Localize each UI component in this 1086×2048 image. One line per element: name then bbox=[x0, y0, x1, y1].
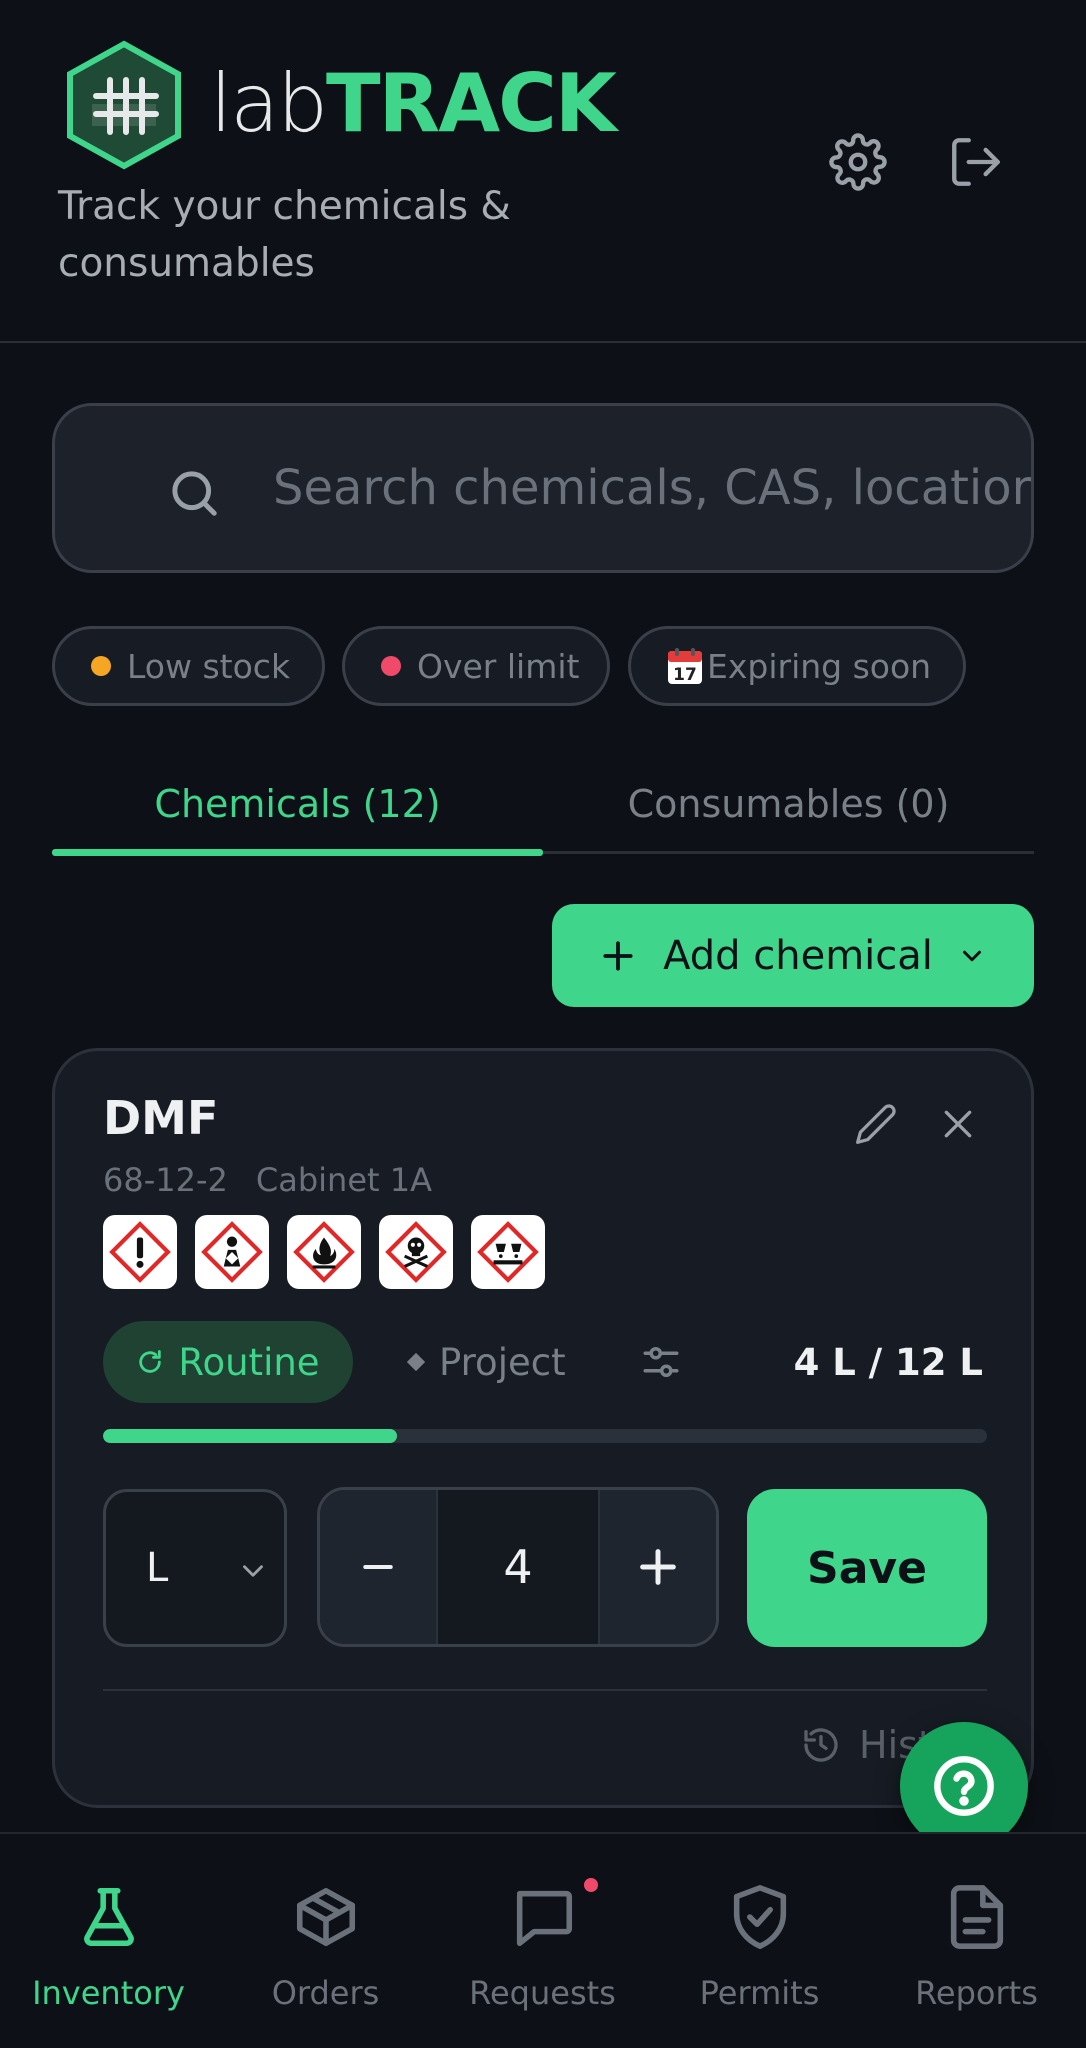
settings-button[interactable] bbox=[826, 130, 890, 194]
close-button[interactable] bbox=[931, 1097, 985, 1151]
tab-consumables[interactable]: Consumables (0) bbox=[543, 748, 1034, 860]
search-icon bbox=[172, 471, 217, 516]
svg-text:17: 17 bbox=[673, 665, 697, 685]
nav-label: Inventory bbox=[32, 1974, 185, 2012]
chat-icon bbox=[516, 1890, 573, 1947]
storage-location: Cabinet 1A bbox=[255, 1161, 432, 1199]
over-limit-dot bbox=[381, 656, 401, 676]
brand-prefix: lab bbox=[210, 57, 328, 150]
filter-expiring-soon[interactable]: 17 Expiring soon bbox=[628, 626, 966, 706]
quantity-readout: 4 L / 12 L bbox=[793, 1341, 983, 1384]
app-header: labTRACK Track your chemicals & consumab… bbox=[0, 0, 1086, 343]
brand-suffix: TRACK bbox=[326, 57, 617, 150]
brand-title: labTRACK bbox=[210, 56, 617, 152]
edit-button[interactable] bbox=[849, 1097, 903, 1151]
box-icon bbox=[296, 1887, 356, 1947]
quantity-value[interactable]: 4 bbox=[436, 1490, 600, 1644]
chevron-down-icon bbox=[962, 950, 981, 961]
logout-button[interactable] bbox=[944, 130, 1008, 194]
filter-label: Low stock bbox=[127, 646, 291, 686]
filter-label: Over limit bbox=[417, 646, 580, 686]
routine-label: Routine bbox=[178, 1340, 320, 1384]
filter-over-limit[interactable]: Over limit bbox=[342, 626, 610, 706]
nav-label: Requests bbox=[469, 1974, 616, 2012]
nav-label: Orders bbox=[271, 1974, 380, 2012]
nav-reports[interactable]: Reports bbox=[868, 1834, 1085, 2048]
increment-button[interactable] bbox=[600, 1490, 716, 1644]
plus-icon bbox=[603, 940, 633, 971]
health-hazard-pictogram bbox=[195, 1215, 269, 1289]
tab-chemicals[interactable]: Chemicals (12) bbox=[52, 748, 543, 860]
gear-icon bbox=[829, 133, 887, 191]
sliders-icon[interactable] bbox=[640, 1341, 682, 1383]
card-divider bbox=[103, 1689, 987, 1691]
decrement-button[interactable] bbox=[320, 1490, 436, 1644]
chemical-meta: 68-12-2 Cabinet 1A bbox=[103, 1161, 432, 1199]
pencil-icon bbox=[856, 1104, 896, 1144]
corrosion-pictogram bbox=[471, 1215, 545, 1289]
nav-label: Reports bbox=[915, 1974, 1038, 2012]
filter-low-stock[interactable]: Low stock bbox=[52, 626, 325, 706]
nav-orders[interactable]: Orders bbox=[217, 1834, 434, 2048]
unit-value: L bbox=[146, 1545, 169, 1591]
shield-check-icon bbox=[733, 1885, 787, 1949]
question-circle-icon bbox=[934, 1756, 994, 1816]
cas-number: 68-12-2 bbox=[103, 1161, 228, 1199]
diamond-icon bbox=[406, 1352, 426, 1372]
stock-progress-bar bbox=[103, 1429, 987, 1443]
chemical-card: DMF 68-12-2 Cabinet 1A Routine Project 4… bbox=[52, 1048, 1034, 1808]
skull-crossbones-pictogram bbox=[379, 1215, 453, 1289]
chemical-name: DMF bbox=[103, 1091, 219, 1145]
usage-project-toggle[interactable]: Project bbox=[405, 1321, 566, 1403]
stock-progress-fill bbox=[103, 1429, 398, 1443]
chevron-down-icon bbox=[243, 1565, 263, 1577]
nav-requests[interactable]: Requests bbox=[434, 1834, 651, 2048]
nav-inventory[interactable]: Inventory bbox=[0, 1834, 217, 2048]
tab-active-indicator bbox=[52, 849, 543, 856]
refresh-icon bbox=[139, 1350, 162, 1373]
nav-label: Permits bbox=[699, 1974, 820, 2012]
search-bar[interactable] bbox=[52, 403, 1034, 573]
hazard-pictograms bbox=[103, 1215, 545, 1289]
filter-label: Expiring soon bbox=[707, 646, 932, 686]
search-input[interactable] bbox=[273, 406, 1031, 570]
quantity-stepper: 4 bbox=[317, 1487, 719, 1647]
plus-icon bbox=[640, 1549, 676, 1585]
add-chemical-button[interactable]: Add chemical bbox=[552, 904, 1034, 1007]
tagline: Track your chemicals & consumables bbox=[58, 184, 511, 286]
history-icon bbox=[804, 1728, 838, 1762]
project-label: Project bbox=[439, 1340, 566, 1384]
nav-permits[interactable]: Permits bbox=[651, 1834, 868, 2048]
logout-icon bbox=[952, 138, 1000, 186]
save-button[interactable]: Save bbox=[747, 1489, 987, 1647]
flame-pictogram bbox=[287, 1215, 361, 1289]
help-button[interactable] bbox=[900, 1722, 1028, 1850]
add-chemical-label: Add chemical bbox=[663, 932, 933, 979]
document-icon bbox=[950, 1885, 1004, 1949]
exclamation-mark-pictogram bbox=[103, 1215, 177, 1289]
unit-select[interactable]: L bbox=[103, 1489, 287, 1647]
labtrack-logo-icon bbox=[67, 40, 181, 170]
usage-routine-toggle[interactable]: Routine bbox=[103, 1321, 353, 1403]
bottom-navigation: Inventory Orders Requests Permits Report… bbox=[0, 1832, 1086, 2048]
flask-icon bbox=[84, 1887, 134, 1947]
close-icon bbox=[944, 1110, 972, 1138]
notification-badge bbox=[584, 1878, 598, 1892]
calendar-icon: 17 bbox=[668, 648, 702, 685]
minus-icon bbox=[363, 1564, 393, 1570]
low-stock-dot bbox=[91, 656, 111, 676]
